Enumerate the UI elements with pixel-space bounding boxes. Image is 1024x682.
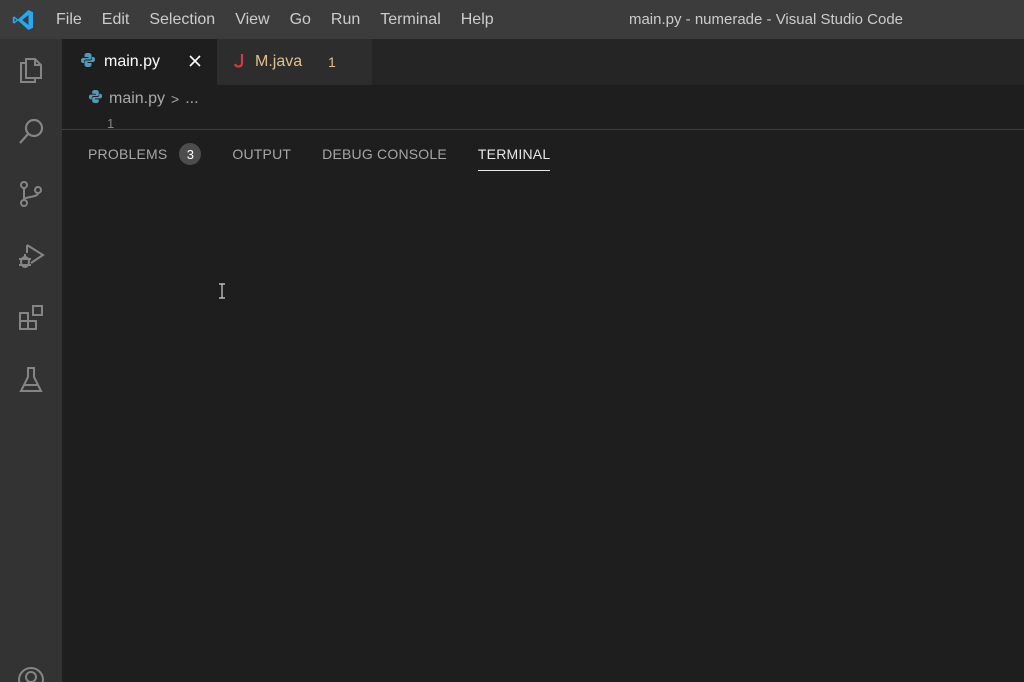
tab-debug-console[interactable]: DEBUG CONSOLE [322, 130, 447, 178]
tab-label: PROBLEMS [88, 146, 168, 162]
menu-run[interactable]: Run [321, 0, 370, 39]
title-bar: File Edit Selection View Go Run Terminal… [0, 0, 1024, 39]
java-icon [233, 52, 247, 73]
tab-label: main.py [104, 53, 161, 70]
account-icon[interactable] [0, 649, 62, 682]
close-icon[interactable] [185, 51, 205, 71]
breadcrumb-symbols[interactable]: ... [185, 90, 198, 108]
menu-file[interactable]: File [46, 0, 92, 39]
menu-bar: File Edit Selection View Go Run Terminal… [46, 0, 504, 39]
panel-tabs: PROBLEMS 3 OUTPUT DEBUG CONSOLE TERMINAL [88, 130, 581, 178]
menu-view[interactable]: View [225, 0, 279, 39]
menu-go[interactable]: Go [280, 0, 321, 39]
terminal-area[interactable] [62, 178, 1024, 682]
bottom-panel: PROBLEMS 3 OUTPUT DEBUG CONSOLE TERMINAL [62, 130, 1024, 682]
breadcrumb-separator: > [171, 91, 180, 107]
breadcrumb: main.py > ... [62, 85, 1024, 113]
tab-label: TERMINAL [477, 146, 551, 162]
problems-badge: 3 [179, 143, 202, 165]
breadcrumb-file[interactable]: main.py [109, 90, 165, 108]
tab-main-py[interactable]: main.py [62, 39, 217, 85]
tab-problems[interactable]: PROBLEMS 3 [88, 130, 202, 178]
menu-terminal[interactable]: Terminal [370, 0, 450, 39]
vscode-logo-icon [0, 0, 46, 39]
tab-label: OUTPUT [232, 146, 292, 162]
source-control-icon[interactable] [0, 163, 62, 225]
tab-label: DEBUG CONSOLE [322, 146, 447, 162]
activity-bar [0, 39, 62, 682]
python-icon [88, 89, 103, 109]
explorer-icon[interactable] [0, 39, 62, 101]
search-icon[interactable] [0, 101, 62, 163]
text-cursor-icon [217, 283, 227, 299]
run-debug-icon[interactable] [0, 225, 62, 287]
menu-edit[interactable]: Edit [92, 0, 140, 39]
tab-label: M.java [255, 53, 303, 70]
extensions-icon[interactable] [0, 287, 62, 349]
tab-output[interactable]: OUTPUT [232, 130, 291, 178]
tab-terminal[interactable]: TERMINAL [477, 130, 551, 178]
menu-selection[interactable]: Selection [139, 0, 225, 39]
tab-m-java[interactable]: M.java 1 [217, 39, 372, 85]
python-icon [80, 52, 96, 73]
vscode-window: File Edit Selection View Go Run Terminal… [0, 0, 1024, 682]
testing-icon[interactable] [0, 349, 62, 411]
editor-tabs: main.py M.java 1 [62, 39, 1024, 85]
problems-count: 1 [328, 54, 336, 70]
window-title: main.py - numerade - Visual Studio Code [628, 11, 904, 28]
menu-help[interactable]: Help [451, 0, 504, 39]
